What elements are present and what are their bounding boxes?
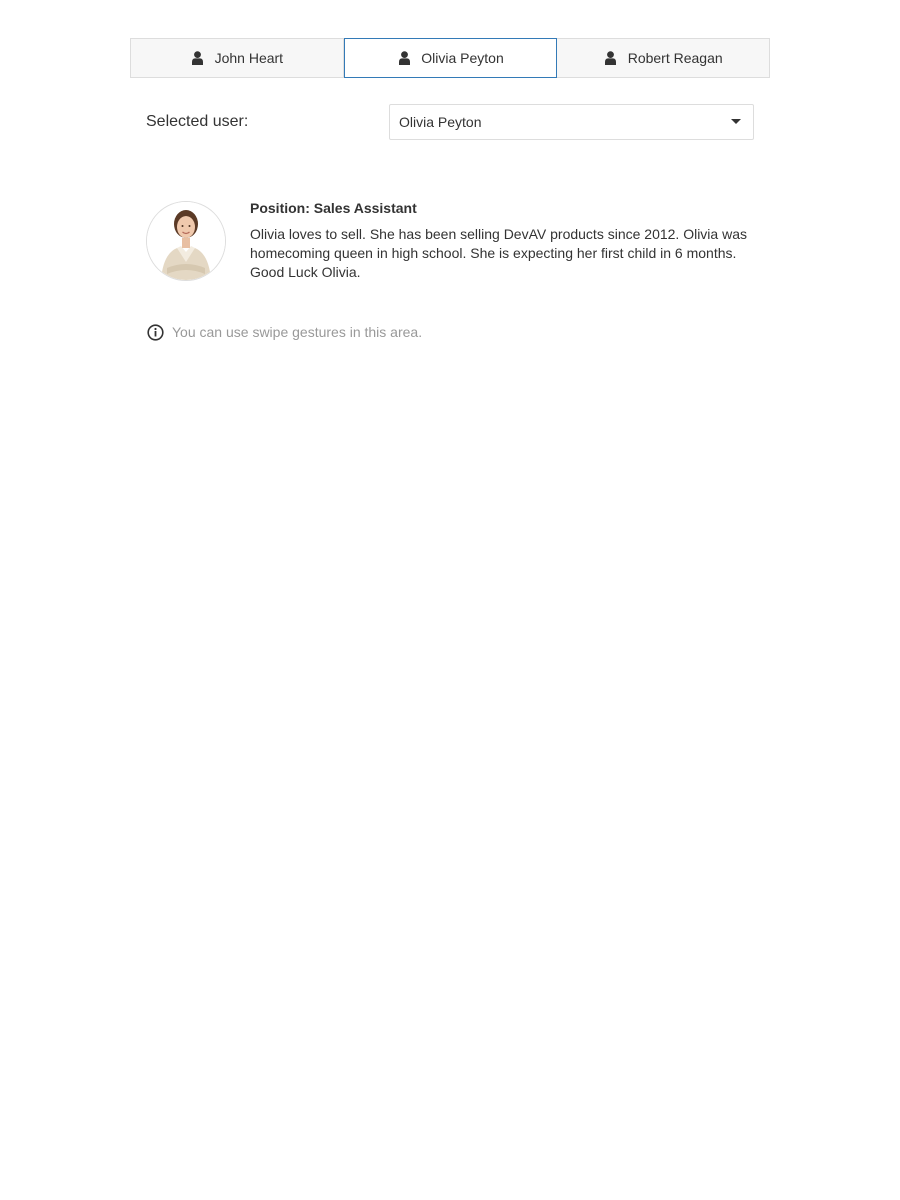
tab-robert-reagan[interactable]: Robert Reagan: [557, 38, 771, 78]
user-tabs: John Heart Olivia Peyton Robert Reagan: [130, 38, 771, 78]
employee-bio: Olivia loves to sell. She has been selli…: [250, 226, 747, 280]
employee-profile: Position: Sales Assistant Olivia loves t…: [146, 198, 754, 288]
tab-label: Olivia Peyton: [421, 50, 504, 66]
employee-position: Position: Sales Assistant: [250, 200, 417, 216]
tab-olivia-peyton[interactable]: Olivia Peyton: [343, 38, 558, 78]
avatar: [146, 201, 226, 281]
user-icon: [397, 50, 411, 66]
swipe-hint-text: You can use swipe gestures in this area.: [172, 324, 423, 340]
tab-john-heart[interactable]: John Heart: [130, 38, 344, 78]
user-icon: [604, 50, 618, 66]
chevron-down-icon[interactable]: [731, 119, 741, 124]
user-icon: [191, 50, 205, 66]
user-select[interactable]: Olivia Peyton: [389, 104, 754, 140]
swipe-hint: You can use swipe gestures in this area.: [146, 322, 422, 342]
selected-user-label: Selected user:: [146, 113, 249, 130]
tab-label: John Heart: [214, 50, 284, 66]
info-icon: [146, 323, 164, 341]
selected-user-row: Selected user: Olivia Peyton: [146, 104, 754, 140]
tab-label: Robert Reagan: [627, 50, 723, 66]
user-select-value: Olivia Peyton: [399, 114, 482, 130]
